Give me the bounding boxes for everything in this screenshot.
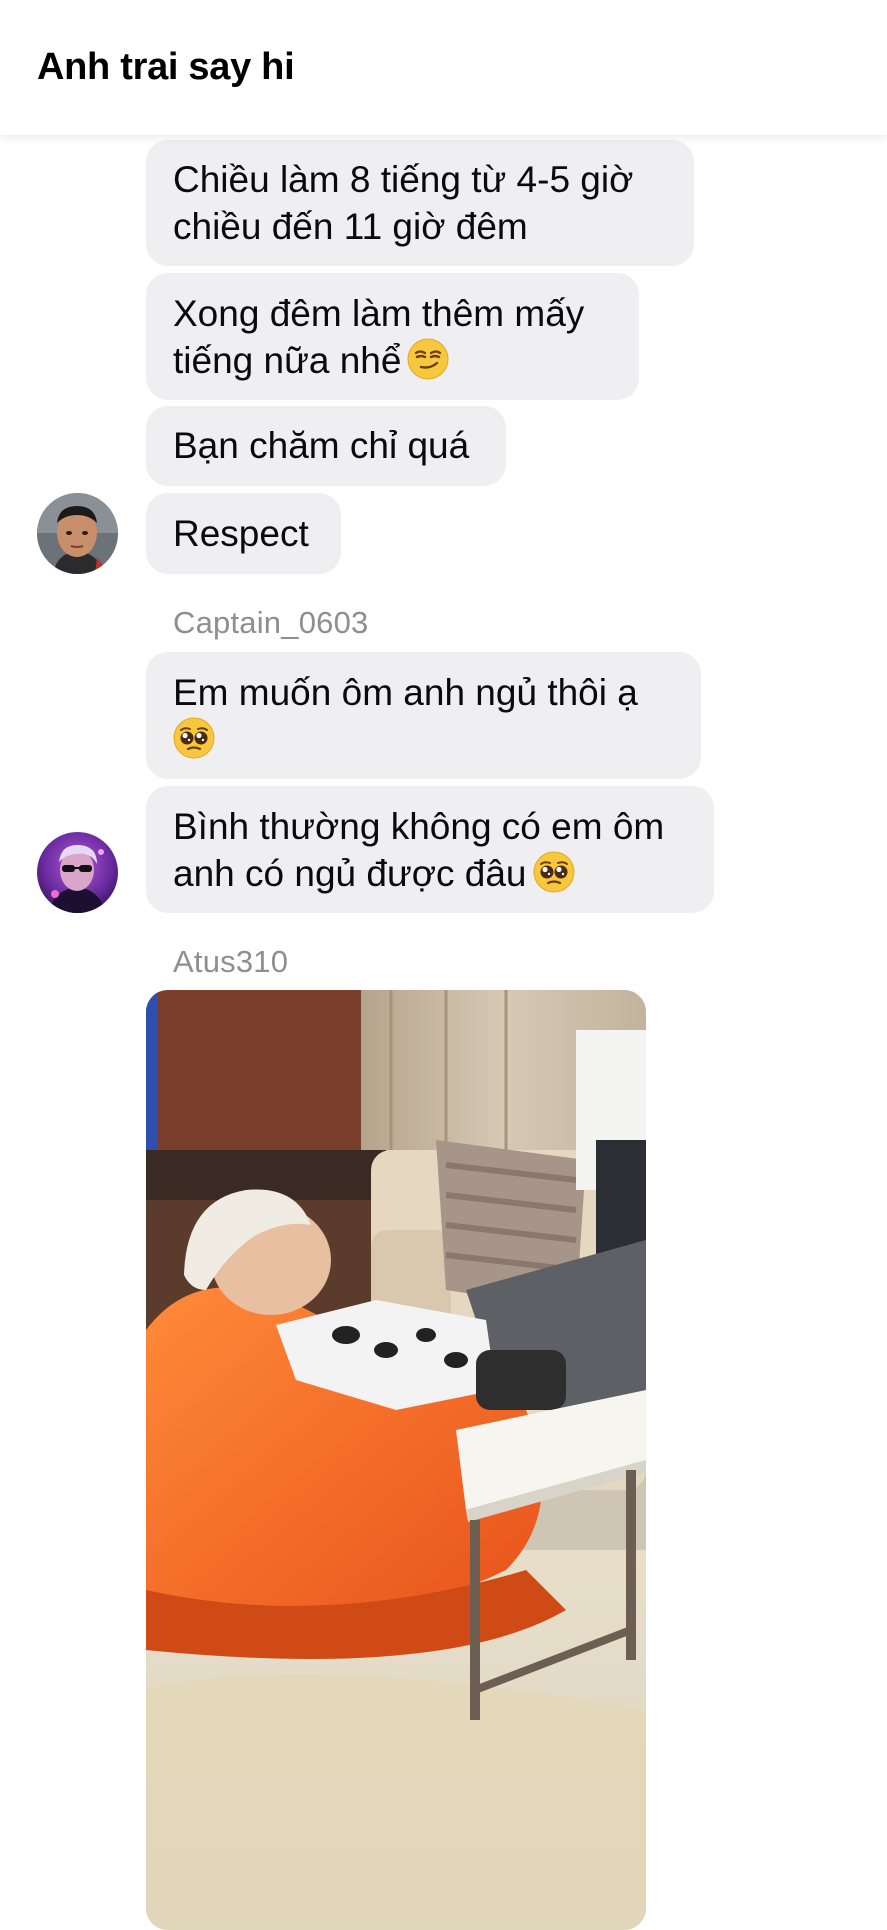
message-text-line: chiều đến 11 giờ đêm [173,206,528,247]
pleading-face-icon [173,717,215,759]
avatar[interactable] [37,832,118,913]
pleading-face-icon [533,851,575,893]
message-text-line: Bạn chăm chỉ quá [173,425,470,466]
chat-header: Anh trai say hi [0,0,887,135]
sender-name[interactable]: Atus310 [173,944,288,980]
message-bubble[interactable]: Respect [146,493,341,574]
smirking-face-icon [407,338,449,380]
message-text-line: anh có ngủ được đâu [173,853,527,894]
message-text-line: Xong đêm làm thêm mấy [173,293,585,334]
message-bubble[interactable]: Chiều làm 8 tiếng từ 4-5 giờ chiều đến 1… [146,140,694,266]
message-bubble[interactable]: Em muốn ôm anh ngủ thôi ạ [146,652,701,779]
message-text-line: Respect [173,513,309,554]
avatar[interactable] [37,493,118,574]
message-text-line: Chiều làm 8 tiếng từ 4-5 giờ [173,159,634,200]
video-thumbnail[interactable] [146,990,646,1930]
message-bubble[interactable]: Xong đêm làm thêm mấy tiếng nữa nhể [146,273,639,400]
message-bubble[interactable]: Bạn chăm chỉ quá [146,406,506,486]
sender-name[interactable]: Captain_0603 [173,605,368,641]
message-bubble[interactable]: Bình thường không có em ôm anh có ngủ đư… [146,786,714,913]
message-text-line: tiếng nữa nhể [173,340,402,381]
message-text-line: Em muốn ôm anh ngủ thôi ạ [173,672,638,713]
chat-title[interactable]: Anh trai say hi [37,46,295,89]
message-text-line: Bình thường không có em ôm [173,806,665,847]
